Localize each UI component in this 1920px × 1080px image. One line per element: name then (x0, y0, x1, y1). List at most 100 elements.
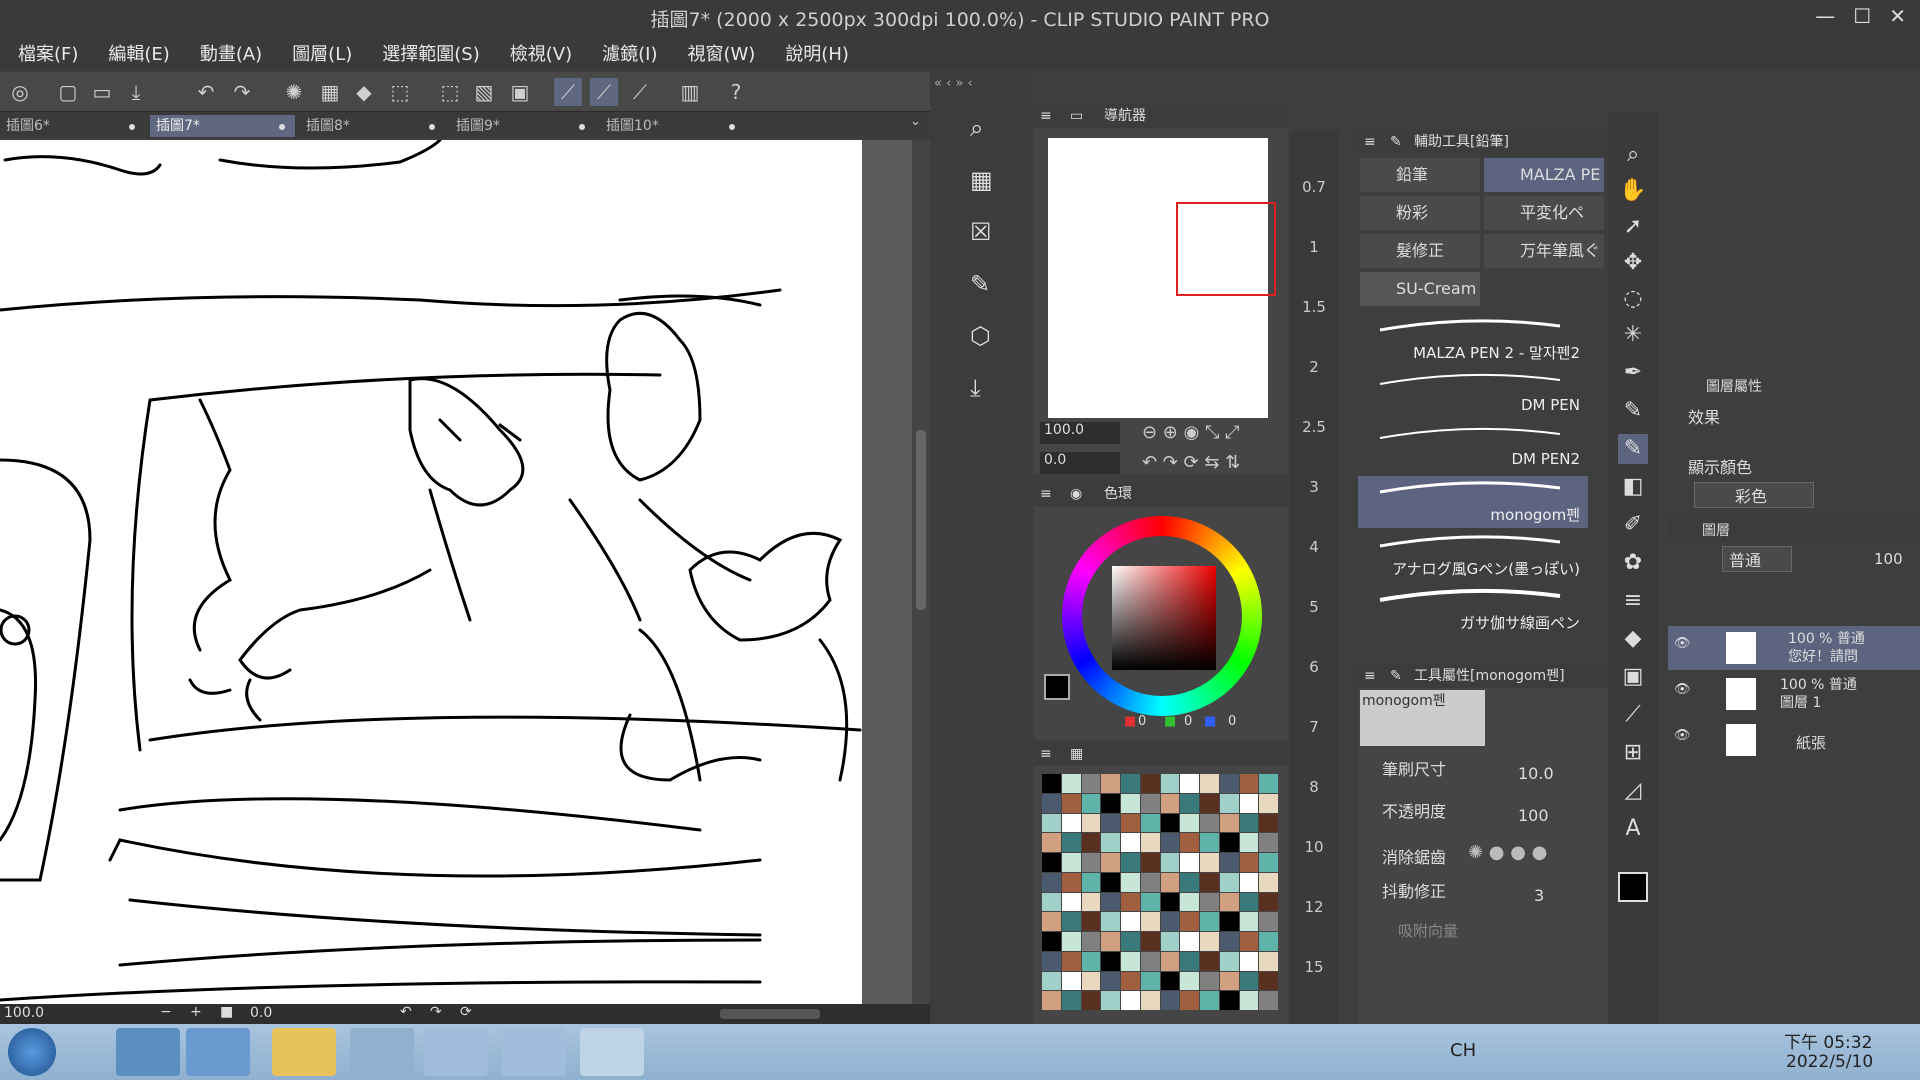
scroll-thumb[interactable] (916, 430, 926, 610)
color-swatch[interactable] (1121, 892, 1140, 912)
snap-ruler-icon[interactable]: ⟋ (554, 78, 582, 106)
group-hair-fix[interactable]: 髮修正 (1360, 234, 1480, 268)
color-swatch[interactable] (1081, 971, 1101, 991)
color-swatch[interactable] (1200, 932, 1219, 951)
color-swatch[interactable] (1200, 912, 1219, 931)
display-color-select[interactable]: 彩色 (1694, 482, 1814, 508)
close-tab-icon[interactable] (429, 124, 435, 130)
color-swatch[interactable] (1121, 912, 1140, 931)
color-swatch[interactable] (1081, 774, 1101, 793)
color-swatch[interactable] (1061, 932, 1081, 951)
color-swatch[interactable] (1101, 872, 1120, 892)
hand-tool-icon[interactable]: ✋ (1618, 176, 1648, 206)
fill-icon[interactable]: ◆ (350, 78, 378, 106)
color-swatch[interactable] (1200, 853, 1219, 872)
transform-icon[interactable]: ⬚ (386, 78, 414, 106)
brush-size-preset[interactable]: 12 (1290, 898, 1338, 916)
layer-row[interactable]: 👁 100 % 普通 圖層 1 (1668, 672, 1920, 716)
color-swatch[interactable] (1239, 833, 1259, 852)
color-swatch[interactable] (1259, 912, 1278, 931)
clip-studio-paint-icon[interactable] (580, 1028, 644, 1076)
color-swatch[interactable] (1259, 793, 1278, 813)
color-swatch[interactable] (1160, 813, 1180, 833)
color-set-icon[interactable]: ▦ (1070, 742, 1083, 766)
color-swatch[interactable] (1140, 991, 1160, 1010)
color-swatch[interactable] (1160, 872, 1180, 892)
color-swatch[interactable] (1239, 971, 1259, 991)
chrome-profile-icon[interactable] (424, 1028, 488, 1076)
new-file-icon[interactable]: ▢ (54, 78, 82, 106)
color-swatch[interactable] (1239, 813, 1259, 833)
color-swatch[interactable] (1259, 774, 1278, 793)
color-swatch[interactable] (1042, 892, 1061, 912)
color-swatch[interactable] (1101, 813, 1120, 833)
color-swatch[interactable] (1140, 872, 1160, 892)
zoom-value[interactable]: 100.0 (4, 1005, 44, 1021)
open-icon[interactable]: ▭ (88, 78, 116, 106)
zoom-tool-icon[interactable]: ⌕ (1618, 140, 1648, 170)
brush-size-value[interactable]: 10.0 (1518, 764, 1554, 783)
file-explorer-icon[interactable] (272, 1028, 336, 1076)
color-swatch[interactable] (1061, 833, 1081, 852)
color-swatch[interactable] (1160, 971, 1180, 991)
undo-icon[interactable]: ↶ (192, 78, 220, 106)
brush-size-preset[interactable]: 15 (1290, 958, 1338, 976)
visibility-eye-icon[interactable]: 👁 (1674, 682, 1691, 697)
color-swatch[interactable] (1219, 951, 1239, 971)
color-swatch[interactable] (1239, 912, 1259, 931)
decoration-tool-icon[interactable]: ✿ (1618, 548, 1648, 578)
color-swatch[interactable] (1042, 971, 1061, 991)
group-malza[interactable]: MALZA PE (1484, 158, 1604, 192)
close-tab-icon[interactable] (129, 124, 135, 130)
color-swatch[interactable] (1160, 892, 1180, 912)
color-swatch[interactable] (1081, 833, 1101, 852)
tab-illustration10[interactable]: 插圖10* (600, 115, 745, 137)
brush-size-preset[interactable]: 2.5 (1290, 418, 1338, 436)
color-swatch[interactable] (1160, 951, 1180, 971)
color-swatch[interactable] (1219, 971, 1239, 991)
color-swatch[interactable] (1219, 813, 1239, 833)
brush-malza-pen2[interactable]: MALZA PEN 2 - 말자펜2 (1358, 314, 1588, 366)
color-swatch[interactable] (1259, 892, 1278, 912)
color-swatch[interactable] (1140, 971, 1160, 991)
blend-tool-icon[interactable]: ≡ (1618, 586, 1648, 616)
color-swatch[interactable] (1239, 892, 1259, 912)
brush-dm-pen2[interactable]: DM PEN2 (1358, 422, 1588, 474)
color-swatch[interactable] (1140, 912, 1160, 931)
color-swatch[interactable] (1140, 793, 1160, 813)
close-tab-icon[interactable] (579, 124, 585, 130)
brush-size-preset[interactable]: 8 (1290, 778, 1338, 796)
snap-grid-icon[interactable]: ⟋ (626, 78, 654, 106)
anti-alias-options[interactable]: ✺ ● ● ● (1468, 842, 1547, 863)
expand-panel-icon[interactable]: « ‹ » ‹ (934, 76, 973, 91)
color-swatch[interactable] (1160, 912, 1180, 931)
navigator-preview[interactable] (1048, 138, 1276, 418)
lasso-tool-icon[interactable]: ◌ (1618, 284, 1648, 314)
color-swatch[interactable] (1219, 991, 1239, 1010)
material-icon[interactable]: ▦ (970, 166, 993, 194)
color-swatch[interactable] (1219, 912, 1239, 931)
opacity-value[interactable]: 100 (1518, 806, 1549, 825)
color-swatch[interactable] (1042, 774, 1061, 793)
color-swatch[interactable] (1219, 872, 1239, 892)
color-swatch-grid[interactable] (1042, 774, 1278, 1010)
minimize-icon[interactable]: — (1815, 4, 1835, 28)
color-swatch[interactable] (1121, 813, 1140, 833)
color-swatch[interactable] (1239, 991, 1259, 1010)
color-swatch[interactable] (1042, 853, 1061, 872)
brush-size-preset[interactable]: 1.5 (1290, 298, 1338, 316)
color-swatch[interactable] (1180, 892, 1199, 912)
fill-tool-icon[interactable]: ◆ (1618, 624, 1648, 654)
color-swatch[interactable] (1101, 774, 1120, 793)
tab-illustration6[interactable]: 插圖6* (0, 115, 145, 137)
visibility-eye-icon[interactable]: 👁 (1674, 636, 1691, 651)
chrome-icon[interactable] (350, 1028, 414, 1076)
operation-tool-icon[interactable]: ➚ (1618, 212, 1648, 242)
group-fountain-pen[interactable]: 万年筆風ぐ (1484, 234, 1604, 268)
menu-icon[interactable]: ≡ (1364, 664, 1376, 688)
color-swatch[interactable] (1042, 932, 1061, 951)
color-swatch[interactable] (1219, 833, 1239, 852)
color-swatch[interactable] (1140, 833, 1160, 852)
color-swatch[interactable] (1061, 813, 1081, 833)
color-swatch[interactable] (1200, 971, 1219, 991)
